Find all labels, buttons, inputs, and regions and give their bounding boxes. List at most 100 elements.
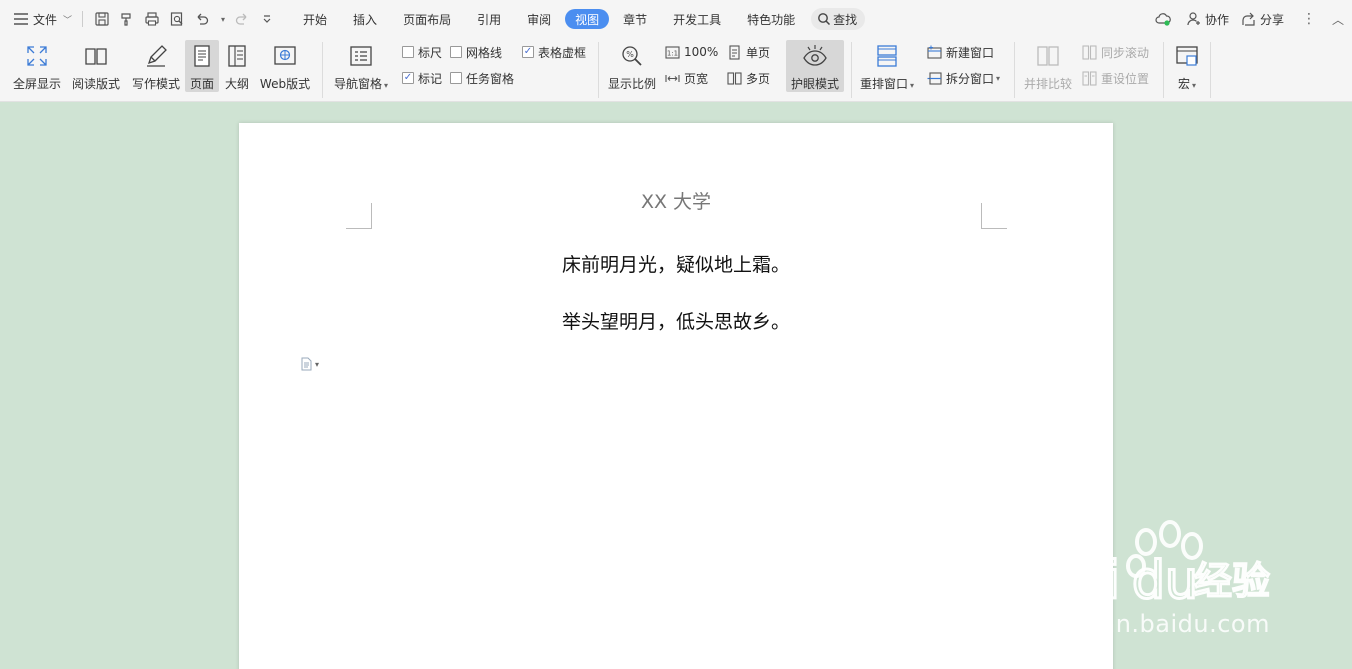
- customize-toolbar-icon[interactable]: [256, 8, 278, 30]
- tab-start[interactable]: 开始: [291, 9, 339, 29]
- document-icon: [301, 357, 312, 371]
- collapse-ribbon-icon[interactable]: ︿: [1332, 11, 1344, 28]
- tab-page-layout[interactable]: 页面布局: [391, 9, 463, 29]
- fullscreen-label: 全屏显示: [12, 77, 61, 91]
- chevron-down-icon: ▾: [315, 359, 320, 369]
- page-width-label: 页宽: [684, 71, 709, 86]
- side-by-side-label: 并排比较: [1023, 77, 1072, 91]
- tab-chapter[interactable]: 章节: [611, 9, 659, 29]
- tab-view[interactable]: 视图: [565, 9, 610, 29]
- writing-mode-button[interactable]: 写作模式: [130, 40, 182, 92]
- undo-icon[interactable]: [191, 8, 213, 30]
- split-window-icon: [927, 71, 942, 85]
- collaborate-label: 协作: [1204, 12, 1229, 27]
- file-menu-label: 文件: [33, 12, 58, 27]
- task-pane-check: [450, 72, 462, 84]
- save-icon[interactable]: [91, 8, 113, 30]
- marks-checkbox[interactable]: 标记: [402, 68, 442, 88]
- cloud-sync-icon: [1155, 13, 1171, 26]
- macro-button[interactable]: 宏 ▾: [1170, 40, 1204, 92]
- fullscreen-icon: [23, 42, 51, 70]
- page-view-button[interactable]: 页面: [185, 40, 219, 92]
- format-painter-icon[interactable]: [116, 8, 138, 30]
- redo-icon[interactable]: [231, 8, 253, 30]
- arrange-windows-icon: [873, 42, 901, 70]
- macro-label: 宏 ▾: [1177, 77, 1197, 91]
- tab-developer[interactable]: 开发工具: [661, 9, 733, 29]
- tab-special-features[interactable]: 特色功能: [735, 9, 807, 29]
- menu-right: 协作 分享 ⋮ ︿: [1143, 0, 1352, 38]
- page-header[interactable]: XX 大学: [239, 187, 1113, 214]
- print-preview-icon[interactable]: [166, 8, 188, 30]
- ruler-label: 标尺: [418, 45, 443, 60]
- table-gridlines-label: 表格虚框: [538, 45, 587, 60]
- gridlines-label: 网格线: [466, 45, 503, 60]
- page-width-button[interactable]: 页宽: [665, 68, 708, 88]
- split-window-label: 拆分窗口: [946, 71, 995, 86]
- task-pane-label: 任务窗格: [466, 71, 515, 86]
- new-window-icon: [927, 45, 942, 59]
- eye-protection-button[interactable]: 护眼模式: [786, 40, 844, 92]
- document-page[interactable]: XX 大学 床前明月光，疑似地上霜。 举头望明月，低头思故乡。 ▾: [239, 123, 1113, 669]
- page-view-label: 页面: [189, 77, 214, 91]
- gridlines-checkbox[interactable]: 网格线: [450, 42, 502, 62]
- share-label: 分享: [1259, 12, 1284, 27]
- web-layout-label: Web版式: [259, 77, 311, 91]
- divider: [82, 11, 84, 27]
- print-icon[interactable]: [141, 8, 163, 30]
- view-ribbon: 全屏显示 阅读版式 写作模式 页面 大纲 Web版式 导航窗格 ▾ 标尺 网格线 …: [0, 38, 1352, 102]
- share-icon: [1242, 12, 1255, 26]
- gridlines-check: [450, 46, 462, 58]
- outline-button[interactable]: 大纲: [222, 40, 252, 92]
- web-layout-button[interactable]: Web版式: [258, 40, 312, 92]
- single-page-button[interactable]: 单页: [727, 42, 770, 62]
- marks-check: [402, 72, 414, 84]
- fullscreen-button[interactable]: 全屏显示: [12, 40, 62, 92]
- arrange-windows-button[interactable]: 重排窗口 ▾: [857, 40, 917, 92]
- multi-page-button[interactable]: 多页: [727, 68, 770, 88]
- zoom-100-label: 100%: [684, 45, 719, 59]
- navigation-pane-button[interactable]: 导航窗格 ▾: [330, 40, 392, 92]
- reset-position-button[interactable]: 重设位置: [1082, 68, 1149, 88]
- navigation-pane-label: 导航窗格 ▾: [333, 77, 389, 91]
- share-button[interactable]: 分享: [1241, 11, 1284, 28]
- cloud-sync-button[interactable]: [1155, 11, 1174, 27]
- collaborate-button[interactable]: 协作: [1186, 11, 1229, 28]
- search-icon: [818, 13, 831, 26]
- divider: [851, 42, 852, 98]
- tab-references[interactable]: 引用: [465, 9, 513, 29]
- zoom-100-button[interactable]: 1:1 100%: [665, 42, 718, 62]
- divider: [1014, 42, 1015, 98]
- search-button[interactable]: 查找: [811, 8, 866, 30]
- new-window-button[interactable]: 新建窗口: [927, 42, 994, 62]
- file-menu[interactable]: 文件 ﹀: [14, 7, 72, 31]
- svg-text:1:1: 1:1: [667, 49, 678, 57]
- eye-icon: [801, 42, 829, 70]
- document-paragraph[interactable]: 床前明月光，疑似地上霜。: [239, 250, 1113, 277]
- ruler-checkbox[interactable]: 标尺: [402, 42, 442, 62]
- arrange-windows-label: 重排窗口 ▾: [859, 77, 915, 91]
- divider: [598, 42, 599, 98]
- document-paragraph[interactable]: 举头望明月，低头思故乡。: [239, 307, 1113, 334]
- tab-insert[interactable]: 插入: [341, 9, 389, 29]
- zoom-button[interactable]: % 显示比例: [606, 40, 658, 92]
- side-by-side-icon: [1034, 42, 1062, 70]
- single-page-label: 单页: [746, 45, 771, 60]
- side-by-side-button[interactable]: 并排比较: [1020, 40, 1076, 92]
- magnifier-percent-icon: %: [618, 42, 646, 70]
- undo-dropdown-icon[interactable]: ▾: [216, 8, 228, 30]
- task-pane-checkbox[interactable]: 任务窗格: [450, 68, 514, 88]
- zoom-label: 显示比例: [607, 77, 656, 91]
- table-gridlines-checkbox[interactable]: 表格虚框: [522, 42, 586, 62]
- sync-scroll-button[interactable]: 同步滚动: [1082, 42, 1149, 62]
- reading-layout-button[interactable]: 阅读版式: [70, 40, 122, 92]
- more-options-icon[interactable]: ⋮: [1302, 11, 1316, 27]
- watermark-url: jingyan.baidu.com: [1040, 610, 1270, 638]
- split-window-button[interactable]: 拆分窗口 ▾: [927, 68, 1000, 88]
- paragraph-layout-button[interactable]: ▾: [299, 356, 329, 372]
- multi-page-icon: [727, 71, 742, 85]
- menu-bar: 文件 ﹀ ▾ 开始 插入 页面布局 引用 审阅 视图 章节 开发工具 特色功能 …: [0, 0, 1352, 38]
- tab-review[interactable]: 审阅: [515, 9, 563, 29]
- user-icon: [1187, 12, 1200, 26]
- book-icon: [82, 42, 110, 70]
